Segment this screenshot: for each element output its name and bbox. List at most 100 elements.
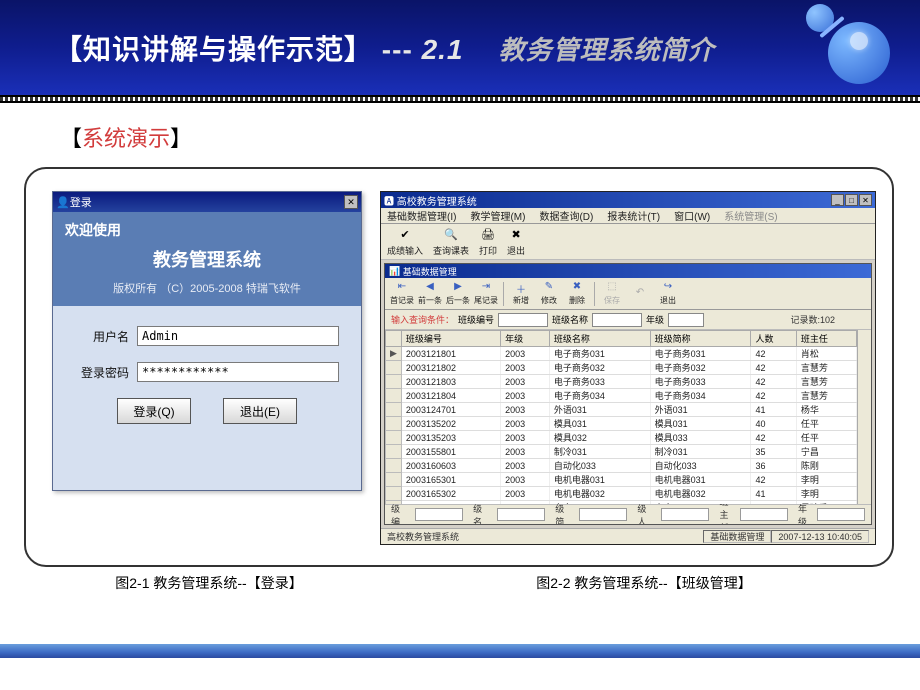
edit-field-bar: 班级编号班级名称班级简称班级人数班主任年级 — [385, 504, 871, 524]
table-row[interactable]: 20031247012003外语031外语03141杨华 — [386, 403, 857, 417]
nav-首记录[interactable]: ⇤首记录 — [389, 281, 415, 306]
table-row[interactable]: ▶20031218012003电子商务031电子商务03142肖松 — [386, 347, 857, 361]
nav-icon: ⇤ — [398, 281, 406, 295]
login-titlebar: 👤 登录 ✕ — [53, 192, 361, 212]
print-icon: 🖨 — [480, 227, 496, 243]
query-grade-label: 年级 — [646, 313, 664, 326]
table-row[interactable]: 20031653022003电机电器032电机电器03241李明 — [386, 487, 857, 501]
nav-icon: ＋ — [516, 281, 526, 295]
status-bar: 高校教务管理系统 基础数据管理 2007-12-13 10:40:05 — [381, 528, 875, 544]
title-dashes: --- — [382, 34, 413, 65]
table-row[interactable]: 20031218032003电子商务033电子商务03342言慧芳 — [386, 375, 857, 389]
col-header[interactable]: 班级编号 — [401, 331, 500, 347]
login-form: 用户名 登录密码 登录(Q) 退出(E) — [53, 306, 361, 424]
table-row[interactable]: 20031352032003模具032模具03342任平 — [386, 431, 857, 445]
table-row[interactable]: 20031558012003制冷031制冷03135宁昌 — [386, 445, 857, 459]
nav-icon: ◀ — [426, 281, 434, 295]
app-window: 🅰 高校教务管理系统 _ □ ✕ 基础数据管理(I) 教学管理(M) 数据查询(… — [380, 191, 876, 545]
toolbar-exit[interactable]: ✖退出 — [507, 227, 525, 257]
toolbar-print[interactable]: 🖨打印 — [479, 227, 497, 257]
app-title-text: 高校教务管理系统 — [397, 193, 477, 208]
scrollbar-vertical[interactable] — [857, 330, 871, 504]
col-header[interactable]: 人数 — [751, 331, 796, 347]
toolbar-query-timetable[interactable]: 🔍查询课表 — [433, 227, 469, 257]
nav-退出[interactable]: ↪退出 — [655, 281, 681, 306]
query-name-input[interactable] — [592, 313, 642, 327]
title-main: 【知识讲解与操作示范】 — [54, 34, 373, 65]
col-header[interactable]: 年级 — [501, 331, 550, 347]
table-row[interactable]: 20031218022003电子商务032电子商务03242言慧芳 — [386, 361, 857, 375]
nav-icon: ↪ — [664, 281, 672, 295]
edit-input-年级[interactable] — [817, 508, 865, 521]
close-icon[interactable]: ✕ — [344, 195, 358, 209]
edit-input-班级名称[interactable] — [497, 508, 545, 521]
caption-1: 图2-1 教务管理系统--【登录】 — [24, 573, 394, 593]
status-mid: 基础数据管理 — [703, 530, 771, 543]
login-button[interactable]: 登录(Q) — [117, 398, 191, 424]
login-banner: 欢迎使用 教务管理系统 版权所有 （C）2005-2008 特瑞飞软件 — [53, 212, 361, 306]
nav-btn8: ↶ — [627, 287, 653, 301]
edit-input-班级简称[interactable] — [579, 508, 627, 521]
nav-前一条[interactable]: ◀前一条 — [417, 281, 443, 306]
slide-header: 【知识讲解与操作示范】 --- 2.1 教务管理系统简介 — [0, 0, 920, 95]
menu-window[interactable]: 窗口(W) — [674, 208, 710, 223]
footer-stripe — [0, 644, 920, 658]
nav-删除[interactable]: ✖删除 — [564, 281, 590, 306]
menu-basedata[interactable]: 基础数据管理(I) — [387, 208, 456, 223]
caption-2: 图2-2 教务管理系统--【班级管理】 — [394, 573, 894, 593]
nav-icon: ↶ — [636, 287, 644, 301]
table-row[interactable]: 20031606032003自动化033自动化03336陈刚 — [386, 459, 857, 473]
nav-保存: ⬚保存 — [599, 281, 625, 306]
sub-title-text: 基础数据管理 — [403, 265, 457, 278]
exit-button[interactable]: 退出(E) — [223, 398, 297, 424]
sub-window: 📊 基础数据管理 ⇤首记录◀前一条▶后一条⇥尾记录 ＋新增✎修改✖删除 ⬚保存 ↶ ↪退… — [384, 263, 872, 525]
close-icon[interactable]: ✕ — [859, 194, 872, 206]
toolbar-score-input[interactable]: ✔成绩输入 — [387, 227, 423, 257]
menu-query[interactable]: 数据查询(D) — [539, 208, 593, 223]
col-header[interactable]: 班级简称 — [650, 331, 751, 347]
nav-icon: ⇥ — [482, 281, 490, 295]
table-row[interactable]: 20031653012003电机电器031电机电器03142李明 — [386, 473, 857, 487]
table-row[interactable]: 20031664012003电审031电审03142吴玲香 — [386, 501, 857, 505]
query-grade-input[interactable] — [668, 313, 704, 327]
login-window: 👤 登录 ✕ 欢迎使用 教务管理系统 版权所有 （C）2005-2008 特瑞飞… — [52, 191, 362, 491]
figure-captions: 图2-1 教务管理系统--【登录】 图2-2 教务管理系统--【班级管理】 — [24, 573, 894, 593]
edit-input-班主任[interactable] — [740, 508, 788, 521]
record-count: 记录数:102 — [790, 313, 835, 326]
query-code-label: 班级编号 — [458, 313, 494, 326]
table-row[interactable]: 20031352022003模具031模具03140任平 — [386, 417, 857, 431]
menu-report[interactable]: 报表统计(T) — [607, 208, 660, 223]
query-code-input[interactable] — [498, 313, 548, 327]
query-name-label: 班级名称 — [552, 313, 588, 326]
nav-修改[interactable]: ✎修改 — [536, 281, 562, 306]
nav-icon: ✎ — [545, 281, 553, 295]
edit-input-班级人数[interactable] — [661, 508, 709, 521]
nav-新增[interactable]: ＋新增 — [508, 281, 534, 306]
nav-尾记录[interactable]: ⇥尾记录 — [473, 281, 499, 306]
menu-system-disabled: 系统管理(S) — [724, 208, 777, 223]
username-input[interactable] — [137, 326, 339, 346]
minimize-icon[interactable]: _ — [831, 194, 844, 206]
query-bar: 输入查询条件： 班级编号 班级名称 年级 记录数:102 — [385, 310, 871, 330]
app-menubar: 基础数据管理(I) 教学管理(M) 数据查询(D) 报表统计(T) 窗口(W) … — [381, 208, 875, 224]
nav-后一条[interactable]: ▶后一条 — [445, 281, 471, 306]
status-time: 2007-12-13 10:40:05 — [771, 530, 869, 543]
edit-input-班级编号[interactable] — [415, 508, 463, 521]
table-row[interactable]: 20031218042003电子商务034电子商务03442言慧芳 — [386, 389, 857, 403]
welcome-text: 欢迎使用 — [65, 220, 349, 240]
maximize-icon[interactable]: □ — [845, 194, 858, 206]
app-titlebar: 🅰 高校教务管理系统 _ □ ✕ — [381, 192, 875, 208]
col-header[interactable]: 班主任 — [796, 331, 857, 347]
col-header[interactable]: 班级名称 — [549, 331, 650, 347]
copyright-text: 版权所有 （C）2005-2008 特瑞飞软件 — [65, 280, 349, 296]
password-input[interactable] — [137, 362, 339, 382]
search-icon: 🔍 — [443, 227, 459, 243]
sub-titlebar: 📊 基础数据管理 — [385, 264, 871, 278]
demo-label: 【系统演示】 — [60, 121, 876, 153]
status-left: 高校教务管理系统 — [387, 530, 459, 543]
panels-frame: 👤 登录 ✕ 欢迎使用 教务管理系统 版权所有 （C）2005-2008 特瑞飞… — [24, 167, 894, 567]
data-grid[interactable]: 班级编号年级班级名称班级简称人数班主任▶20031218012003电子商务03… — [385, 330, 871, 504]
menu-teaching[interactable]: 教学管理(M) — [470, 208, 525, 223]
edit-label: 年级 — [798, 502, 807, 526]
check-icon: ✔ — [397, 227, 413, 243]
